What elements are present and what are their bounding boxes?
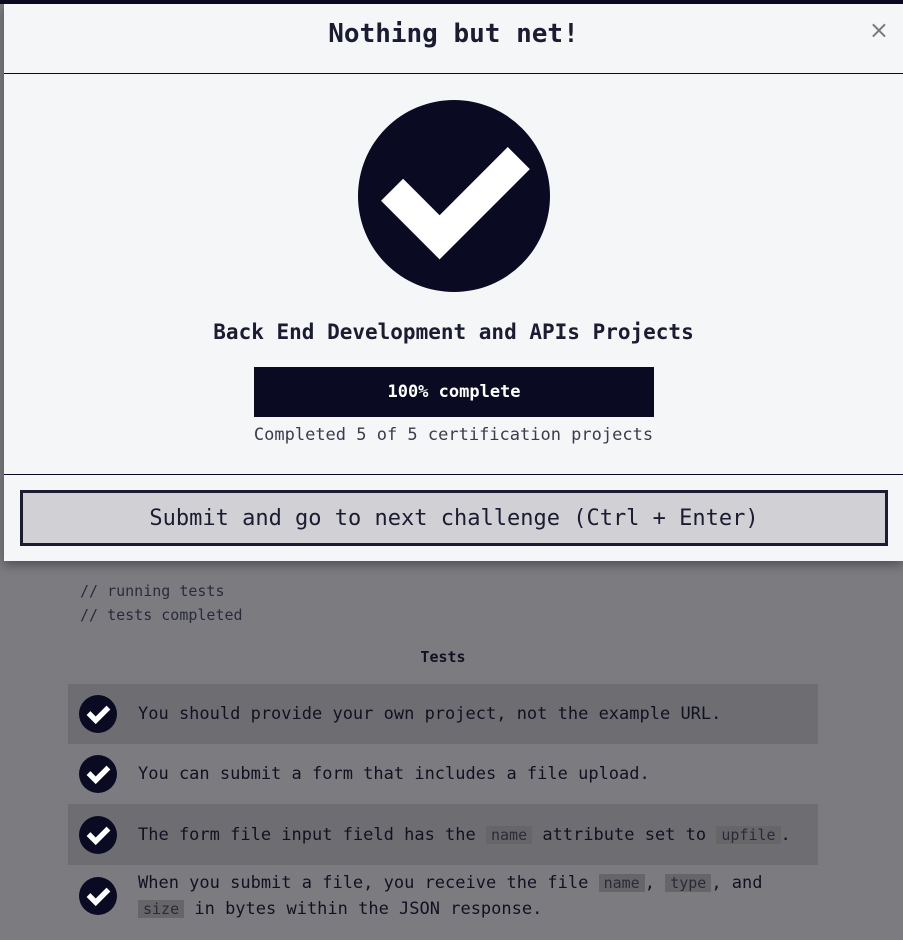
submit-next-challenge-button[interactable]: Submit and go to next challenge (Ctrl + …: [20, 490, 888, 546]
tests-heading: Tests: [420, 648, 466, 666]
modal-header: Nothing but net! ×: [4, 4, 903, 74]
check-circle-icon: [358, 100, 550, 292]
inline-code: name: [598, 874, 645, 892]
test-text: The form file input field has the name a…: [138, 824, 791, 845]
test-text: You should provide your own project, not…: [138, 704, 722, 724]
inline-code: size: [138, 900, 185, 918]
inline-code: upfile: [716, 825, 781, 844]
test-item-4: When you submit a file, you receive the …: [68, 866, 818, 926]
check-circle-icon: [79, 877, 117, 915]
completed-projects-text: Completed 5 of 5 certification projects: [253, 425, 654, 445]
progress-bar: 100% complete: [254, 367, 654, 417]
test-item-3: The form file input field has the name a…: [68, 804, 818, 865]
check-circle-icon: [79, 815, 117, 854]
test-item-2: You can submit a form that includes a fi…: [68, 744, 818, 804]
test-item-1: You should provide your own project, not…: [68, 684, 818, 744]
close-icon[interactable]: ×: [869, 18, 889, 42]
completion-modal: Nothing but net! × Back End Development …: [4, 4, 903, 561]
check-circle-icon: [79, 755, 117, 793]
test-text: You can submit a form that includes a fi…: [138, 764, 650, 784]
inline-code: type: [665, 874, 712, 892]
check-circle-icon: [79, 695, 117, 733]
console-line: // tests completed: [80, 606, 243, 624]
test-text: When you submit a file, you receive the …: [138, 873, 763, 919]
test-console-output: // running tests // tests completed: [80, 579, 243, 627]
certification-title: Back End Development and APIs Projects: [213, 320, 694, 344]
progress-label: 100% complete: [387, 382, 521, 402]
console-line: // running tests: [80, 582, 225, 600]
modal-footer: Submit and go to next challenge (Ctrl + …: [4, 474, 903, 562]
inline-code: name: [486, 825, 533, 844]
modal-title: Nothing but net!: [328, 19, 579, 49]
